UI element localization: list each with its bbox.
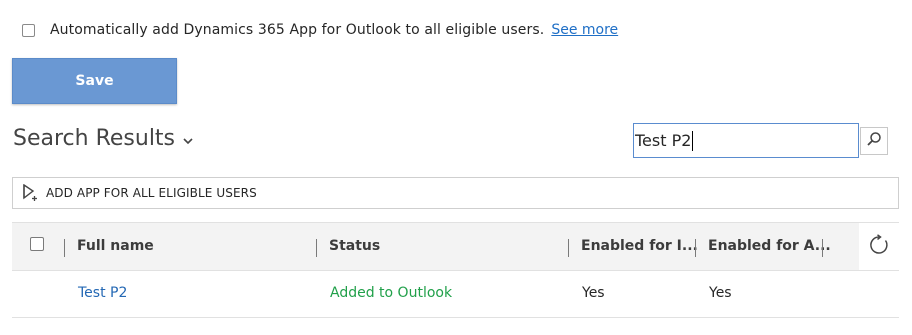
save-button[interactable]: Save [12,58,177,104]
chevron-down-icon [183,134,193,148]
column-separator [64,239,65,257]
auto-add-checkbox[interactable] [22,23,35,37]
see-more-link[interactable]: See more [551,22,618,38]
app-root: Automatically add Dynamics 365 App for O… [0,0,912,335]
search-results-title[interactable]: Search Results [13,126,193,151]
search-input-value: Test P2 [635,131,692,150]
column-header-enabled-i[interactable]: Enabled for I... [581,238,698,254]
cell-status: Added to Outlook [330,285,453,301]
column-header-full-name[interactable]: Full name [77,238,154,254]
column-separator [316,239,317,257]
cell-full-name[interactable]: Test P2 [78,285,127,301]
text-caret [692,130,694,151]
search-button[interactable] [860,127,888,155]
column-header-enabled-a[interactable]: Enabled for A... [708,238,831,254]
results-grid: Full name Status Enabled for I... Enable… [12,222,899,335]
search-results-label: Search Results [13,126,176,151]
auto-add-label: Automatically add Dynamics 365 App for O… [50,22,545,38]
refresh-icon [868,233,890,260]
add-app-icon [22,184,38,202]
select-all-checkbox[interactable] [30,237,44,251]
refresh-button[interactable] [859,223,899,271]
cell-enabled-a: Yes [709,285,732,301]
column-header-status[interactable]: Status [329,238,380,254]
grid-header: Full name Status Enabled for I... Enable… [12,223,859,271]
search-input[interactable]: Test P2 [633,123,859,158]
table-row[interactable]: Test P2 Added to Outlook Yes Yes [12,271,899,318]
column-separator [695,239,696,257]
column-separator [568,239,569,257]
auto-add-row: Automatically add Dynamics 365 App for O… [22,16,618,44]
add-app-label: ADD APP FOR ALL ELIGIBLE USERS [46,186,257,200]
search-icon [866,131,882,151]
add-app-all-users-button[interactable]: ADD APP FOR ALL ELIGIBLE USERS [12,177,899,209]
cell-enabled-i: Yes [582,285,605,301]
column-separator [822,239,823,257]
